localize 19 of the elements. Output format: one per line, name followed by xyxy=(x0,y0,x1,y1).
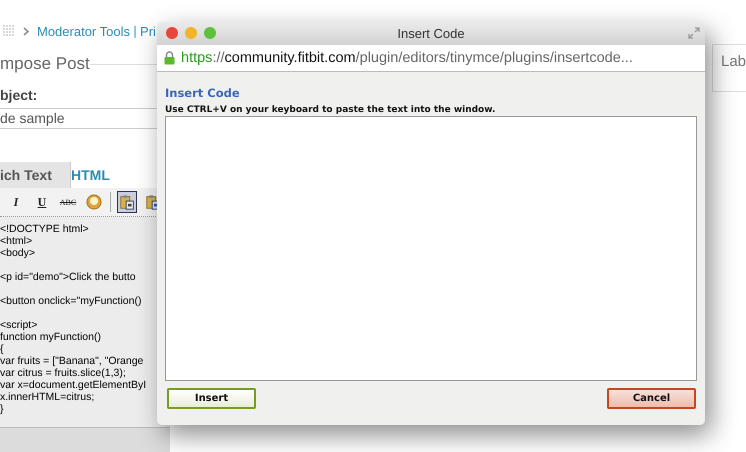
code-line: <html> xyxy=(0,235,34,247)
code-line: <!DOCTYPE html> xyxy=(0,223,90,235)
code-line: <p id="demo">Click the butto xyxy=(0,271,137,283)
code-line: var x=document.getElementByI xyxy=(0,379,148,391)
code-line: { xyxy=(0,343,5,355)
separator: | xyxy=(132,24,138,38)
url-text: https://community.fitbit.com/plugin/editors/tinymce/plugins/insertcode... xyxy=(181,50,633,66)
code-line: <button onclick="myFunction() xyxy=(0,295,142,307)
code-line: <body> xyxy=(0,247,36,259)
code-line: function myFunction() xyxy=(0,331,102,343)
code-line: } xyxy=(0,403,5,415)
page-title: mpose Post xyxy=(0,54,90,74)
window-title: Insert Code xyxy=(397,26,465,41)
dialog-heading: Insert Code xyxy=(165,86,241,100)
panel-title: Lab xyxy=(721,53,746,70)
code-line: var citrus = fruits.slice(1,3); xyxy=(0,367,127,379)
code-line: <script> xyxy=(0,319,38,331)
code-line: var fruits = ["Banana", "Orange xyxy=(0,355,144,367)
code-line: x.innerHTML=citrus; xyxy=(0,391,96,403)
